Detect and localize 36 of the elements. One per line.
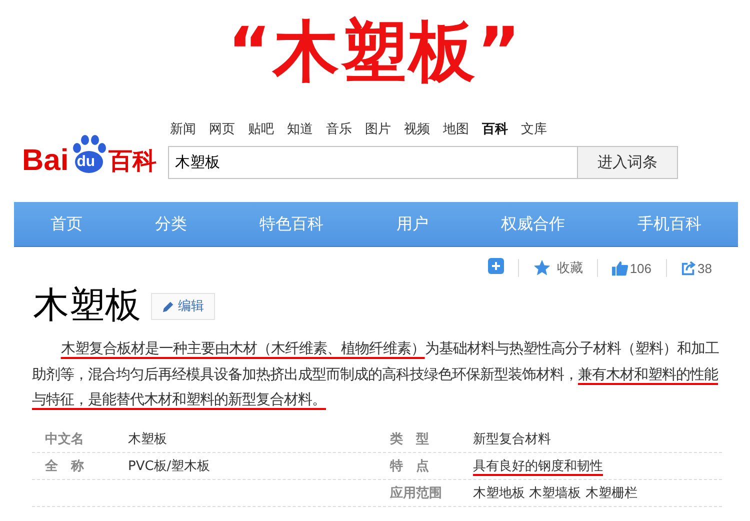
- logo-text: Bai: [22, 146, 69, 176]
- info-value: 木塑地板 木塑墙板 木塑栅栏: [473, 484, 638, 502]
- collect-label[interactable]: 收藏: [556, 259, 583, 277]
- share-count: 38: [698, 260, 712, 276]
- top-link[interactable]: 百科: [482, 120, 508, 138]
- top-link[interactable]: 视频: [404, 120, 430, 138]
- top-link[interactable]: 知道: [287, 120, 313, 138]
- top-link[interactable]: 贴吧: [248, 120, 274, 138]
- search-button[interactable]: 进入词条: [578, 146, 678, 179]
- like-count: 106: [630, 260, 652, 276]
- pencil-icon: [162, 300, 175, 312]
- top-link[interactable]: 文库: [521, 120, 547, 138]
- top-link[interactable]: 新闻: [170, 120, 196, 138]
- logo-text: 百科: [108, 146, 157, 176]
- thumbs-up-icon[interactable]: [612, 260, 628, 276]
- entry-title: 木塑板: [33, 284, 141, 328]
- info-label: 特 点: [390, 458, 430, 474]
- search-field[interactable]: 木塑板: [168, 146, 578, 179]
- info-value: 木塑板: [128, 430, 168, 448]
- edit-button[interactable]: 编辑: [151, 292, 215, 320]
- share-icon[interactable]: [680, 260, 696, 276]
- info-value: 具有良好的钢度和韧性: [473, 458, 604, 474]
- info-label: 应用范围: [390, 484, 443, 502]
- summary-paragraph: 木塑复合板材是一种主要由木材（木纤维素、植物纤维素）为基础材料与热塑性高分子材料（塑料）和加工助剂等，混合均匀后再经模具设备加热挤出成型而制成的高科技绿色环保新型装饰材料，兼有木材和塑料的性能与特征，是能替代木材和塑料的新型复合材料。: [32, 340, 720, 410]
- info-label: 类 型: [390, 430, 430, 448]
- info-label: 全 称: [45, 458, 85, 474]
- top-link[interactable]: 地图: [443, 120, 469, 138]
- star-icon[interactable]: [532, 259, 551, 277]
- info-value: PVC板/塑木板: [128, 458, 212, 474]
- top-link[interactable]: 图片: [365, 120, 391, 138]
- top-link[interactable]: 音乐: [326, 120, 352, 138]
- top-link[interactable]: 网页: [209, 120, 235, 138]
- info-value: 新型复合材料: [473, 430, 552, 448]
- info-label: 中文名: [45, 430, 85, 448]
- banner-title: “木塑板”: [226, 12, 524, 92]
- paw-logo: du: [68, 134, 109, 174]
